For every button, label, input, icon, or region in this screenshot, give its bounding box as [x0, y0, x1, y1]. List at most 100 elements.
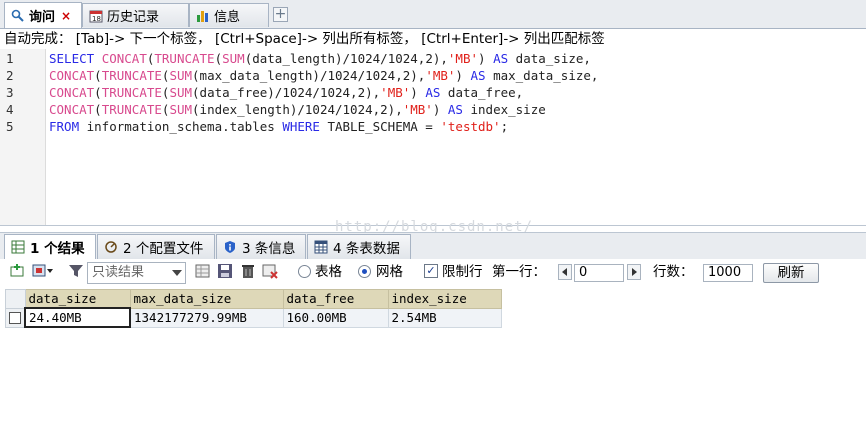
code-token: ) [432, 102, 448, 117]
code-token: TABLE_SCHEMA = [319, 119, 441, 134]
code-line: FROM information_schema.tables WHERE TAB… [49, 119, 508, 134]
radio-grid-label: 网格 [376, 264, 403, 280]
tab-messages-label: 3 条信息 [242, 241, 296, 257]
line-number: 2 [6, 68, 14, 83]
code-token: 'MB' [447, 51, 479, 66]
column-header-max-data-size[interactable]: max_data_size [129, 289, 284, 309]
code-token: (max_data_length)/1024/1024,2), [192, 68, 426, 83]
code-token: SUM [169, 68, 193, 83]
tab-query[interactable]: 询问 × [4, 2, 82, 28]
code-token: information_schema.tables [79, 119, 283, 134]
row-select-checkbox[interactable] [5, 307, 26, 328]
code-token: AS [447, 102, 463, 117]
tab-info-label: 信息 [214, 10, 241, 25]
row-header-corner [5, 289, 26, 309]
table-result-icon [11, 240, 25, 254]
code-token: data_free, [440, 85, 524, 100]
code-token: 'MB' [380, 85, 411, 100]
query-tab-bar: 询问 × 18 历史记录 信息 + [0, 0, 866, 29]
rows-count-input[interactable]: 1000 [703, 264, 753, 282]
code-token: TRUNCATE [101, 68, 162, 83]
delete-icon[interactable] [240, 263, 256, 279]
line-number-gutter: 1 2 3 4 5 [0, 49, 46, 225]
checkbox-icon [9, 311, 21, 324]
grid-edit-icon[interactable] [195, 263, 211, 279]
radio-grid[interactable] [358, 265, 371, 278]
code-token: ( [214, 51, 223, 66]
radio-table-label: 表格 [315, 264, 342, 280]
autocomplete-hint: 自动完成： [Tab]-> 下一个标签， [Ctrl+Space]-> 列出所有… [0, 29, 866, 49]
code-line: CONCAT(TRUNCATE(SUM(data_free)/1024/1024… [49, 85, 523, 100]
new-tab-button[interactable]: + [273, 7, 288, 22]
cell-index-size[interactable]: 2.54MB [387, 307, 502, 328]
sql-editor[interactable]: 1 2 3 4 5 SELECT CONCAT(TRUNCATE(SUM(dat… [0, 49, 866, 226]
table-row[interactable]: 24.40MB 1342177279.99MB 160.00MB 2.54MB [5, 307, 502, 328]
code-token: SUM [222, 51, 245, 66]
first-row-prev-button[interactable] [558, 264, 572, 280]
filter-icon[interactable] [68, 263, 84, 279]
tab-profiles-label: 2 个配置文件 [123, 241, 204, 257]
refresh-button[interactable]: 刷新 [763, 263, 819, 283]
code-token: SELECT [49, 51, 102, 66]
column-header-data-size[interactable]: data_size [24, 289, 131, 309]
code-token: WHERE [282, 119, 320, 134]
code-token: AS [493, 51, 509, 66]
code-token: ) [478, 51, 494, 66]
column-header-index-size[interactable]: index_size [387, 289, 502, 309]
code-token: (index_length)/1024/1024,2), [192, 102, 403, 117]
result-mode-value: 只读结果 [92, 265, 145, 280]
chart-icon [196, 9, 210, 23]
tab-table-data[interactable]: 4 条表数据 [307, 234, 411, 259]
limit-rows-checkbox[interactable]: ✓ [424, 264, 438, 278]
code-token: CONCAT [49, 102, 95, 117]
close-icon[interactable]: × [61, 9, 71, 23]
add-row-icon[interactable] [9, 263, 25, 279]
result-mode-select[interactable]: 只读结果 [87, 262, 186, 284]
code-token: 'MB' [425, 68, 456, 83]
cell-data-size[interactable]: 24.40MB [24, 307, 131, 328]
code-token: CONCAT [49, 68, 95, 83]
cell-max-data-size[interactable]: 1342177279.99MB [129, 307, 284, 328]
code-token: ( [94, 68, 102, 83]
code-line: CONCAT(TRUNCATE(SUM(index_length)/1024/1… [49, 102, 546, 117]
code-line: CONCAT(TRUNCATE(SUM(max_data_length)/102… [49, 68, 598, 83]
code-token: SUM [169, 85, 193, 100]
first-row-next-button[interactable] [627, 264, 641, 280]
column-header-data-free[interactable]: data_free [282, 289, 389, 309]
code-token: index_size [462, 102, 546, 117]
tab-info[interactable]: 信息 [189, 3, 269, 27]
first-row-input[interactable]: 0 [574, 264, 624, 282]
code-token: ) [410, 85, 426, 100]
line-number: 4 [6, 102, 14, 117]
rows-count-label: 行数： [653, 264, 694, 280]
calendar-icon: 18 [89, 9, 103, 23]
tab-query-label: 询问 [29, 10, 56, 25]
tab-messages[interactable]: 3 条信息 [216, 234, 306, 259]
grid-header-row: data_size max_data_size data_free index_… [5, 289, 502, 309]
export-dropdown-icon[interactable] [32, 263, 53, 279]
code-token: (data_free)/1024/1024,2), [192, 85, 381, 100]
code-token: AS [470, 68, 486, 83]
tab-table-data-label: 4 条表数据 [333, 241, 400, 257]
line-number: 3 [6, 85, 14, 100]
code-token: 'testdb' [440, 119, 501, 134]
code-token: AS [425, 85, 441, 100]
code-token: CONCAT [49, 85, 95, 100]
tab-profiles[interactable]: 2 个配置文件 [97, 234, 215, 259]
profile-icon [104, 240, 118, 254]
code-token: ( [94, 85, 102, 100]
tab-results[interactable]: 1 个结果 [4, 234, 96, 259]
code-token: TRUNCATE [101, 102, 162, 117]
result-tab-bar: 1 个结果 2 个配置文件 3 条信息 4 条表数据 [0, 232, 866, 260]
cell-data-free[interactable]: 160.00MB [282, 307, 389, 328]
code-token: FROM [49, 119, 80, 134]
info-icon [223, 240, 237, 254]
code-token: data_size, [508, 51, 591, 66]
code-token: SUM [169, 102, 193, 117]
radio-table[interactable] [298, 265, 311, 278]
code-token: ; [500, 119, 509, 134]
tab-history[interactable]: 18 历史记录 [82, 3, 189, 27]
cancel-changes-icon[interactable] [262, 263, 278, 279]
code-token: 'MB' [402, 102, 433, 117]
save-icon[interactable] [217, 263, 233, 279]
